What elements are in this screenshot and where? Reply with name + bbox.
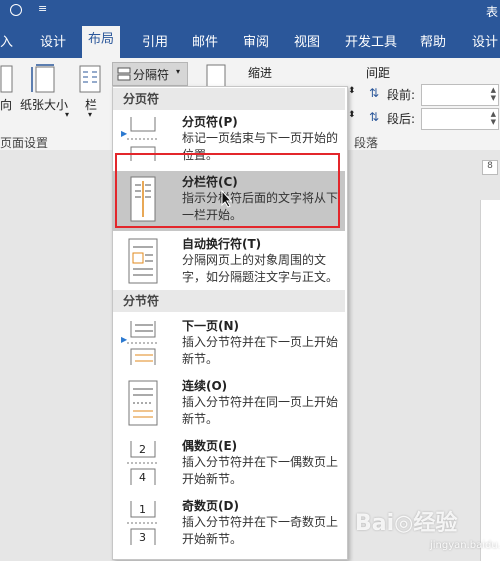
autosave-icon[interactable] <box>10 4 22 16</box>
menu-item-continuous[interactable]: 连续(O) 插入分节符并在同一页上开始新节。 <box>113 375 345 435</box>
chevron-down-icon: ▾ <box>176 67 181 76</box>
space-before-icon: ⇅ <box>369 86 380 100</box>
space-after-input[interactable]: ▲ ▼ <box>421 108 499 130</box>
orientation-label[interactable]: 向 <box>0 96 12 113</box>
menu-item-title: 奇数页(D) <box>182 499 239 513</box>
page-breaks-header: 分页符 <box>113 88 345 110</box>
document-page[interactable] <box>480 200 500 561</box>
columns-icon[interactable] <box>79 64 101 94</box>
menu-item-text-wrapping-break[interactable]: 自动换行符(T) 分隔网页上的对象周围的文字，如分隔题注文字与正文。 <box>113 233 345 293</box>
window-title: 表 <box>486 5 499 19</box>
breaks-button[interactable]: 分隔符 ▾ <box>112 62 188 86</box>
menu-item-description: 插入分节符并在下一页上开始新节。 <box>182 335 339 366</box>
paper-size-dropdown-icon[interactable]: ▾ <box>65 110 69 119</box>
ribbon-tabs: 入 设计 布局 引用 邮件 审阅 视图 开发工具 帮助 设计 <box>0 22 500 58</box>
tab-references[interactable]: 引用 <box>142 31 168 50</box>
even-page-icon: 2 4 <box>127 441 159 485</box>
tab-review[interactable]: 审阅 <box>243 31 269 50</box>
menu-item-description: 插入分节符并在下一奇数页上开始新节。 <box>182 515 339 546</box>
menu-item-title: 下一页(N) <box>182 319 240 333</box>
svg-text:2: 2 <box>139 443 146 456</box>
odd-page-icon: 1 3 <box>127 501 159 545</box>
space-before-label: 段前: <box>387 88 416 102</box>
continuous-icon <box>128 380 158 426</box>
watermark-url: jingyan.baidu.com <box>430 540 500 551</box>
breaks-icon <box>117 67 131 81</box>
space-after-icon: ⇅ <box>369 110 380 124</box>
tab-developer[interactable]: 开发工具 <box>345 31 397 50</box>
paper-size-icon[interactable] <box>30 64 58 94</box>
space-after-label: 段后: <box>387 112 416 126</box>
menu-item-description: 插入分节符并在同一页上开始新节。 <box>182 395 339 426</box>
menu-item-odd-page[interactable]: 1 3 奇数页(D) 插入分节符并在下一奇数页上开始新节。 <box>113 495 345 555</box>
menu-item-next-page[interactable]: ▶ 下一页(N) 插入分节符并在下一页上开始新节。 <box>113 315 345 375</box>
tab-help[interactable]: 帮助 <box>420 31 446 50</box>
tab-mailings[interactable]: 邮件 <box>192 31 218 50</box>
tab-layout[interactable]: 布局 <box>82 26 121 58</box>
title-bar: ≡ 表 <box>0 0 500 22</box>
spacing-label: 间距 <box>366 66 391 80</box>
breaks-label: 分隔符 <box>133 68 170 82</box>
tab-design[interactable]: 设计 <box>40 31 66 50</box>
baidu-watermark-logo: Bai◎经验 <box>355 511 458 536</box>
next-page-icon <box>127 321 159 365</box>
indent-spinner-icon[interactable]: ⬍ <box>348 110 356 120</box>
indent-spinner-icon[interactable]: ⬍ <box>348 86 356 96</box>
indent-label: 缩进 <box>248 66 273 80</box>
ruler-marker: 8 <box>482 160 498 175</box>
menu-item-title: 偶数页(E) <box>182 439 238 453</box>
page-setup-group-label: 页面设置 <box>0 136 49 150</box>
mouse-cursor-icon <box>221 190 233 208</box>
tab-insert[interactable]: 入 <box>0 31 13 50</box>
menu-item-description: 插入分节符并在下一偶数页上开始新节。 <box>182 455 339 486</box>
svg-text:4: 4 <box>139 471 146 484</box>
columns-dropdown-icon[interactable]: ▾ <box>88 110 92 119</box>
menu-item-title: 分页符(P) <box>182 115 238 129</box>
paragraph-group-label: 段落 <box>354 136 379 150</box>
space-before-input[interactable]: ▲ ▼ <box>421 84 499 106</box>
menu-item-title: 自动换行符(T) <box>182 237 262 251</box>
menu-item-title: 连续(O) <box>182 379 228 393</box>
menu-item-even-page[interactable]: 2 4 偶数页(E) 插入分节符并在下一偶数页上开始新节。 <box>113 435 345 495</box>
tab-view[interactable]: 视图 <box>294 31 320 50</box>
text-wrapping-icon <box>128 238 158 284</box>
paper-size-label[interactable]: 纸张大小 <box>20 96 68 113</box>
menu-item-description: 分隔网页上的对象周围的文字，如分隔题注文字与正文。 <box>182 253 339 284</box>
section-breaks-header: 分节符 <box>113 290 345 312</box>
orientation-icon[interactable] <box>0 64 14 94</box>
svg-text:3: 3 <box>139 531 146 544</box>
tab-table-design[interactable]: 设计 <box>472 31 498 50</box>
svg-text:1: 1 <box>139 503 146 516</box>
quick-access-menu-icon[interactable]: ≡ <box>38 2 47 15</box>
